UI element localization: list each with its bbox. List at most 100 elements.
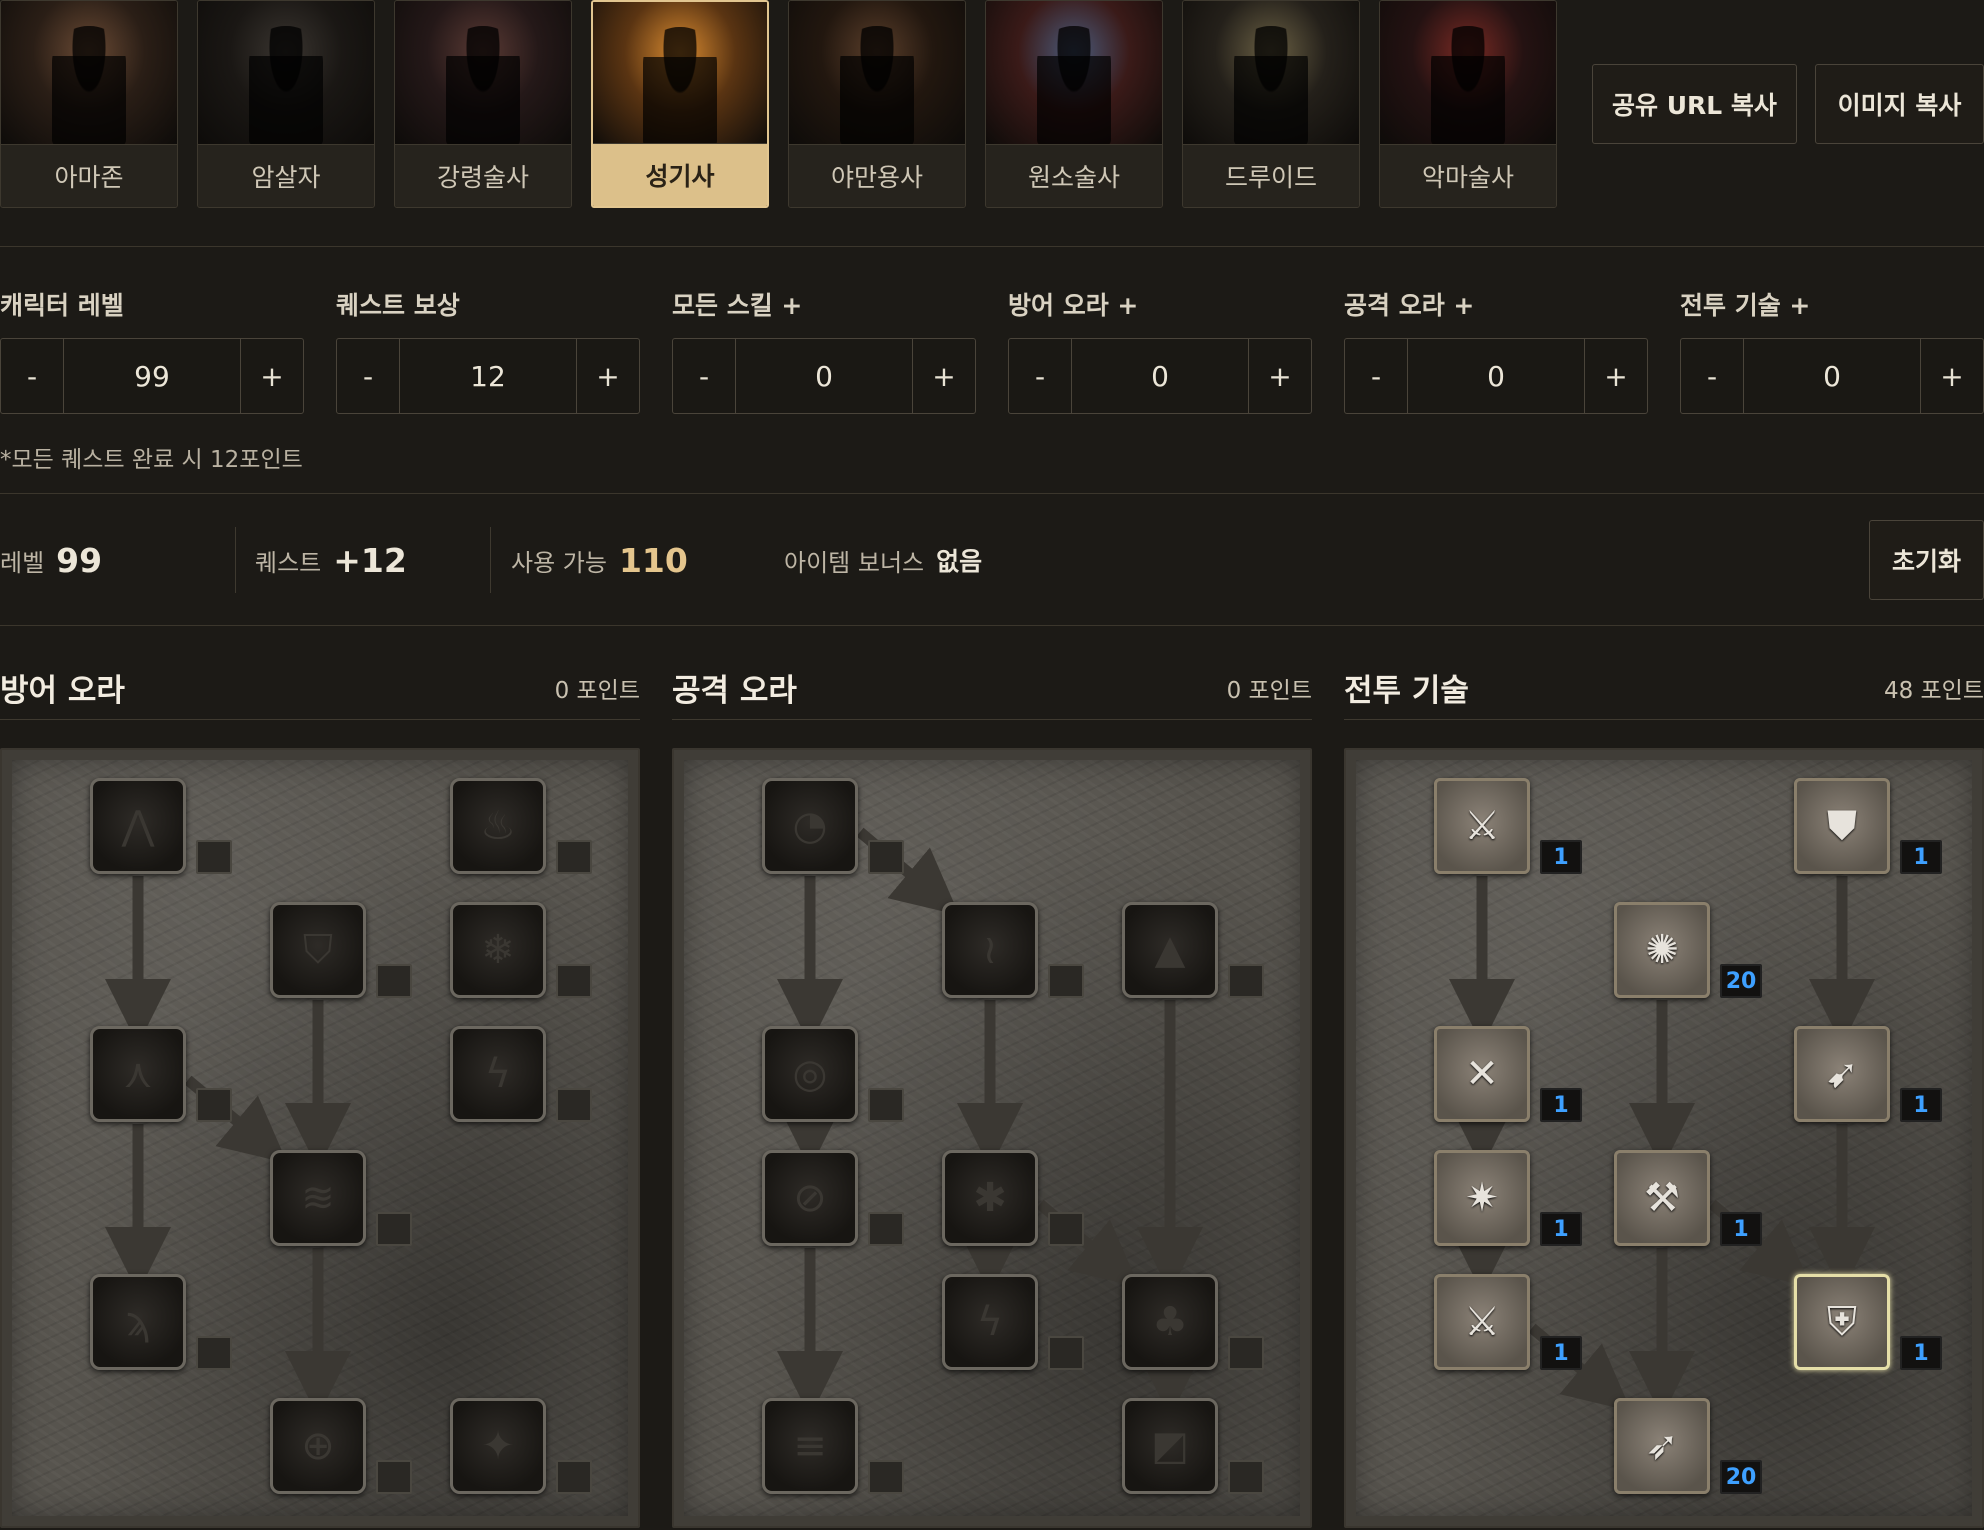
- skill-slot[interactable]: ✷ 1: [1434, 1150, 1582, 1246]
- skill-slot[interactable]: ≀: [942, 902, 1084, 998]
- skill-slot[interactable]: ⊘: [762, 1150, 904, 1246]
- skill-button[interactable]: ϟ: [450, 1026, 546, 1122]
- skill-slot[interactable]: ⊕: [270, 1398, 412, 1494]
- skill-slot[interactable]: ➹ 1: [1794, 1026, 1942, 1122]
- offensive-auras-input[interactable]: 0: [1407, 339, 1585, 413]
- defensive-auras-stepper: - 0 +: [1008, 338, 1312, 414]
- skill-slot[interactable]: ◎: [762, 1026, 904, 1122]
- skill-slot[interactable]: ≡: [762, 1398, 904, 1494]
- reset-button[interactable]: 초기화: [1869, 520, 1984, 600]
- copy-image-button[interactable]: 이미지 복사: [1815, 64, 1984, 144]
- skill-button[interactable]: ✺: [1614, 902, 1710, 998]
- increment-button[interactable]: +: [1249, 339, 1311, 413]
- class-tab-warlock[interactable]: 악마술사: [1379, 0, 1557, 208]
- skill-button[interactable]: ⚔: [1434, 778, 1530, 874]
- class-tab-label: 성기사: [593, 143, 767, 206]
- skill-button[interactable]: ✦: [450, 1398, 546, 1494]
- class-tab-amazon[interactable]: 아마존: [0, 0, 178, 208]
- skill-button[interactable]: ⊕: [270, 1398, 366, 1494]
- class-tab-barbarian[interactable]: 야만용사: [788, 0, 966, 208]
- skill-slot[interactable]: ⋏: [90, 1026, 232, 1122]
- skill-button[interactable]: ϡ: [90, 1274, 186, 1370]
- skill-level-badge: 20: [1720, 1460, 1762, 1494]
- skill-button[interactable]: ✱: [942, 1150, 1038, 1246]
- skill-button[interactable]: ◎: [762, 1026, 858, 1122]
- decrement-button[interactable]: -: [337, 339, 399, 413]
- skill-slot[interactable]: ◩: [1122, 1398, 1264, 1494]
- skill-button[interactable]: ≀: [942, 902, 1038, 998]
- skill-button[interactable]: ≋: [270, 1150, 366, 1246]
- skill-slot[interactable]: ❄: [450, 902, 592, 998]
- copy-share-url-button[interactable]: 공유 URL 복사: [1592, 64, 1797, 144]
- druid-portrait-image: [1183, 1, 1359, 146]
- resist-cold-aura-icon: ❄: [481, 927, 515, 973]
- combat-skills-control: 전투 기술 + - 0 +: [1680, 286, 1984, 414]
- skill-slot[interactable]: ✦: [450, 1398, 592, 1494]
- skill-button[interactable]: ♨: [450, 778, 546, 874]
- skill-button[interactable]: ≡: [762, 1398, 858, 1494]
- skill-slot[interactable]: ϟ: [942, 1274, 1084, 1370]
- holy-freeze-aura-icon: ✱: [973, 1175, 1007, 1221]
- skill-button[interactable]: ⋀: [90, 778, 186, 874]
- skill-slot[interactable]: ϡ: [90, 1274, 232, 1370]
- skill-button[interactable]: ▲: [1122, 902, 1218, 998]
- skill-button[interactable]: ⚒: [1614, 1150, 1710, 1246]
- defensive-auras-input[interactable]: 0: [1071, 339, 1249, 413]
- skill-button[interactable]: ♣: [1122, 1274, 1218, 1370]
- defensive-auras-control: 방어 오라 + - 0 +: [1008, 286, 1312, 414]
- skill-slot[interactable]: ♣: [1122, 1274, 1264, 1370]
- summary-quest-value: +12: [333, 540, 407, 580]
- skill-slot[interactable]: ⛊ 1: [1794, 778, 1942, 874]
- combat-skills-input[interactable]: 0: [1743, 339, 1921, 413]
- class-tab-necromancer[interactable]: 강령술사: [394, 0, 572, 208]
- skill-button[interactable]: ⋏: [90, 1026, 186, 1122]
- skill-slot[interactable]: ✕ 1: [1434, 1026, 1582, 1122]
- decrement-button[interactable]: -: [1345, 339, 1407, 413]
- skill-slot[interactable]: ➶ 20: [1614, 1398, 1762, 1494]
- skill-slot[interactable]: ≋: [270, 1150, 412, 1246]
- skill-button[interactable]: ➶: [1614, 1398, 1710, 1494]
- class-tab-druid[interactable]: 드루이드: [1182, 0, 1360, 208]
- skill-slot[interactable]: ♨: [450, 778, 592, 874]
- increment-button[interactable]: +: [1921, 339, 1983, 413]
- decrement-button[interactable]: -: [673, 339, 735, 413]
- skill-button[interactable]: ⊘: [762, 1150, 858, 1246]
- skill-slot[interactable]: ⋀: [90, 778, 232, 874]
- skill-button[interactable]: ✕: [1434, 1026, 1530, 1122]
- skill-button[interactable]: ➹: [1794, 1026, 1890, 1122]
- decrement-button[interactable]: -: [1, 339, 63, 413]
- class-tab-assassin[interactable]: 암살자: [197, 0, 375, 208]
- skill-level-badge: [868, 840, 904, 874]
- decrement-button[interactable]: -: [1681, 339, 1743, 413]
- skill-slot[interactable]: ⛨ 1: [1794, 1274, 1942, 1370]
- skill-level-badge: [1048, 1336, 1084, 1370]
- skill-slot[interactable]: ✱: [942, 1150, 1084, 1246]
- skill-slot[interactable]: ⛉: [270, 902, 412, 998]
- skill-slot[interactable]: ◔: [762, 778, 904, 874]
- skill-button[interactable]: ❄: [450, 902, 546, 998]
- skill-button[interactable]: ⚔: [1434, 1274, 1530, 1370]
- character-level-input[interactable]: 99: [63, 339, 241, 413]
- skill-slot[interactable]: ✺ 20: [1614, 902, 1762, 998]
- skill-button[interactable]: ✷: [1434, 1150, 1530, 1246]
- decrement-button[interactable]: -: [1009, 339, 1071, 413]
- increment-button[interactable]: +: [913, 339, 975, 413]
- quest-reward-input[interactable]: 12: [399, 339, 577, 413]
- class-tab-paladin[interactable]: 성기사: [591, 0, 769, 208]
- skill-slot[interactable]: ⚔ 1: [1434, 778, 1582, 874]
- skill-button[interactable]: ⛊: [1794, 778, 1890, 874]
- increment-button[interactable]: +: [241, 339, 303, 413]
- all-skills-input[interactable]: 0: [735, 339, 913, 413]
- skill-button[interactable]: ◔: [762, 778, 858, 874]
- skill-slot[interactable]: ⚔ 1: [1434, 1274, 1582, 1370]
- class-tab-sorceress[interactable]: 원소술사: [985, 0, 1163, 208]
- increment-button[interactable]: +: [1585, 339, 1647, 413]
- skill-button[interactable]: ⛨: [1794, 1274, 1890, 1370]
- skill-button[interactable]: ϟ: [942, 1274, 1038, 1370]
- skill-button[interactable]: ◩: [1122, 1398, 1218, 1494]
- skill-slot[interactable]: ⚒ 1: [1614, 1150, 1762, 1246]
- skill-slot[interactable]: ϟ: [450, 1026, 592, 1122]
- skill-button[interactable]: ⛉: [270, 902, 366, 998]
- skill-slot[interactable]: ▲: [1122, 902, 1264, 998]
- increment-button[interactable]: +: [577, 339, 639, 413]
